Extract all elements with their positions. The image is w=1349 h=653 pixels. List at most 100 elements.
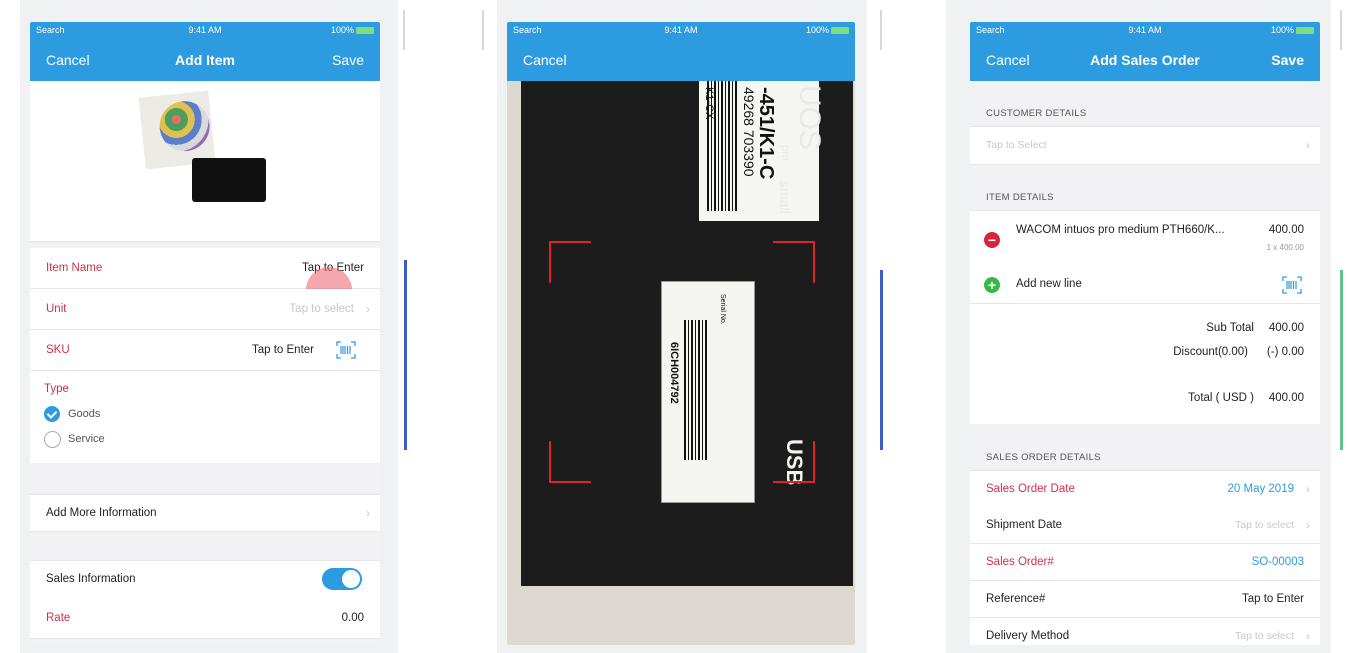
sales-order-date-row[interactable]: Sales Order Date 20 May 2019 › (970, 470, 1320, 508)
sales-order-number-row[interactable]: Sales Order# SO-00003 (970, 544, 1320, 581)
phone-edge (880, 10, 882, 50)
sales-information-label: Sales Information (46, 573, 136, 585)
battery-icon (831, 27, 849, 35)
chevron-right-icon: › (366, 302, 370, 316)
customer-select[interactable]: Tap to Select (986, 139, 1047, 151)
phone-edge (403, 10, 405, 50)
sales-information-row: Sales Information (30, 560, 380, 599)
barcode-scanner-screen: Search 9:41 AM 100% Cancel -451/K1-C 492… (507, 22, 855, 645)
line-item-detail: 1 x 400.00 (1266, 243, 1304, 252)
sub-total-value: 400.00 (1268, 322, 1304, 334)
battery-indicator: 100% (331, 25, 374, 35)
rate-label: Rate (46, 612, 71, 624)
unit-row[interactable]: Unit Tap to select › (30, 289, 380, 330)
reference-row[interactable]: Reference# Tap to Enter (970, 581, 1320, 618)
sku-row[interactable]: SKU Tap to Enter (30, 330, 380, 371)
battery-indicator: 100% (1271, 25, 1314, 35)
brand-suffix-text: pro (779, 145, 791, 161)
product-artwork (157, 98, 213, 154)
page-title: Add Item (175, 52, 235, 68)
line-item-amount: 400.00 (1268, 224, 1304, 236)
add-line-row[interactable]: + Add new line (970, 267, 1320, 304)
sales-information-toggle[interactable] (322, 568, 362, 590)
sub-total-label: Sub Total (1206, 322, 1254, 334)
battery-indicator: 100% (806, 25, 849, 35)
goods-radio[interactable] (44, 406, 60, 422)
unit-label: Unit (46, 303, 67, 315)
phone-edge (482, 10, 484, 50)
chevron-right-icon: › (366, 506, 370, 520)
chevron-right-icon: › (1306, 518, 1310, 532)
delivery-method-label: Delivery Method (986, 630, 1070, 642)
size-text: small (777, 181, 793, 214)
sku-field[interactable]: Tap to Enter (252, 344, 314, 356)
unit-select[interactable]: Tap to select (289, 303, 354, 315)
goods-label: Goods (68, 408, 101, 420)
total-label: Total ( USD ) (1188, 392, 1254, 404)
scan-frame-corner (773, 241, 815, 283)
total-value: 400.00 (1268, 392, 1304, 404)
shipment-date-value[interactable]: Tap to select (1235, 519, 1294, 531)
delivery-method-value[interactable]: Tap to select (1235, 630, 1294, 642)
nav-bar: Search 9:41 AM 100% Cancel Add Sales Ord… (970, 22, 1320, 81)
add-more-info-row[interactable]: Add More Information › (30, 494, 380, 532)
phone-edge (1340, 10, 1342, 50)
nav-bar: Search 9:41 AM 100% Cancel Add Item Save (30, 22, 380, 81)
type-label: Type (44, 383, 69, 395)
shipment-date-row[interactable]: Shipment Date Tap to select › (970, 507, 1320, 544)
serial-label: Serial No. (719, 294, 726, 325)
item-name-label: Item Name (46, 262, 103, 274)
code-text: K1-CX (703, 87, 715, 120)
status-bar: Search 9:41 AM 100% (513, 25, 849, 39)
camera-view[interactable]: -451/K1-C 49268 703390 K1-CX UOS pro sma… (507, 81, 855, 645)
add-line-label: Add new line (1016, 278, 1082, 290)
cancel-button[interactable]: Cancel (523, 52, 567, 68)
line-item-row[interactable]: − WACOM intuos pro medium PTH660/K... 40… (970, 210, 1320, 268)
serial-number: 6ICH004792 (668, 342, 680, 404)
serial-barcode (684, 320, 708, 460)
chevron-right-icon: › (1306, 482, 1310, 496)
service-radio[interactable] (44, 431, 61, 448)
sales-order-number-value[interactable]: SO-00003 (1252, 556, 1304, 568)
add-sales-order-screen: Search 9:41 AM 100% Cancel Add Sales Ord… (970, 22, 1320, 645)
add-more-info-label: Add More Information (46, 507, 157, 519)
sales-order-number-label: Sales Order# (986, 556, 1054, 568)
rate-row[interactable]: Rate 0.00 (30, 598, 380, 639)
add-item-screen: Search 9:41 AM 100% Cancel Add Item Save… (30, 22, 380, 645)
item-details-heading: ITEM DETAILS (986, 192, 1054, 203)
customer-details-heading: CUSTOMER DETAILS (986, 108, 1087, 119)
add-line-button[interactable]: + (984, 277, 1000, 293)
phone-edge-accent (404, 260, 407, 450)
phone-edge-accent (1340, 270, 1343, 450)
clock: 9:41 AM (664, 25, 698, 35)
scan-frame-corner (549, 441, 591, 483)
clock: 9:41 AM (188, 25, 222, 35)
tablet-image (192, 158, 266, 202)
save-button[interactable]: Save (332, 52, 364, 68)
rate-field[interactable]: 0.00 (342, 612, 364, 624)
remove-line-button[interactable]: − (984, 232, 1000, 248)
customer-select-row[interactable]: Tap to Select › (970, 126, 1320, 165)
sales-order-date-value[interactable]: 20 May 2019 (1228, 483, 1295, 495)
chevron-right-icon: › (1306, 629, 1310, 643)
shipment-date-label: Shipment Date (986, 519, 1063, 531)
save-button[interactable]: Save (1271, 52, 1304, 68)
discount-value: (-) 0.00 (1266, 346, 1304, 358)
sales-order-details-heading: SALES ORDER DETAILS (986, 452, 1101, 463)
battery-icon (356, 27, 374, 35)
scan-frame-corner (773, 441, 815, 483)
barcode-scan-icon[interactable] (1282, 276, 1302, 294)
model-text: -451/K1-C (755, 87, 777, 180)
delivery-method-row[interactable]: Delivery Method Tap to select › (970, 618, 1320, 645)
scan-frame-corner (549, 241, 591, 283)
product-image[interactable] (138, 84, 268, 222)
type-section: Type Goods Service (30, 371, 380, 463)
clock: 9:41 AM (1128, 25, 1162, 35)
totals-panel: Sub Total 400.00 Discount(0.00) (-) 0.00… (970, 304, 1320, 424)
barcode-number: 49268 703390 (741, 87, 757, 177)
product-box: -451/K1-C 49268 703390 K1-CX UOS pro sma… (521, 81, 853, 586)
brand-text: UOS (793, 85, 826, 151)
barcode-scan-icon[interactable] (336, 341, 356, 359)
phone-edge-accent (880, 270, 883, 450)
reference-field[interactable]: Tap to Enter (1242, 593, 1304, 605)
